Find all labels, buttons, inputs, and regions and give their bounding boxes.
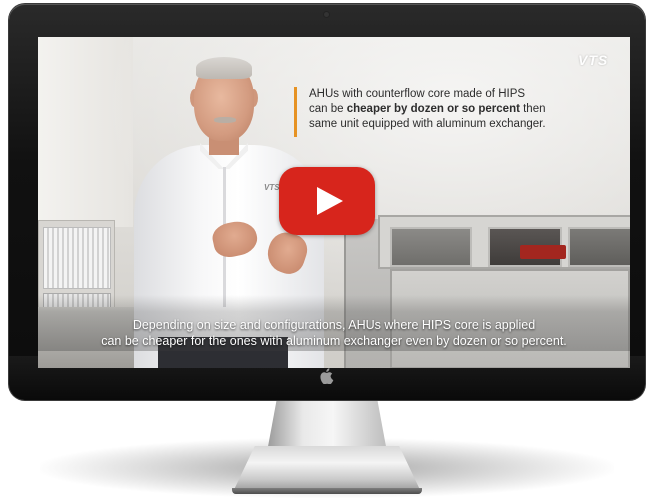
webcam [324, 12, 329, 17]
caption-line-2-bold: cheaper by dozen or so percent [346, 103, 520, 115]
caption-line-2-suffix: then [519, 103, 546, 115]
presenter-hair [196, 57, 252, 79]
play-button[interactable] [279, 167, 375, 235]
presenter-mustache [214, 117, 236, 123]
apple-logo-icon [320, 368, 334, 384]
caption-line-2: can be cheaper by dozen or so percent th… [309, 102, 609, 117]
caption-line-1: AHUs with counterflow core made of HIPS [309, 88, 526, 100]
subtitle-line-1: Depending on size and configurations, AH… [132, 318, 536, 332]
monitor-stand-base [232, 446, 422, 494]
brand-logo: VTS [578, 52, 609, 68]
monitor-stand-neck [267, 400, 387, 452]
subtitle-line-2: can be cheaper for the ones with aluminu… [101, 334, 567, 348]
subtitle: Depending on size and configurations, AH… [38, 317, 630, 349]
ahu-compartment [390, 227, 472, 267]
caption-line-3: same unit equipped with aluminum exchang… [309, 118, 546, 130]
shirt-logo: VTS [264, 183, 280, 192]
caption-line-2-prefix: can be [309, 103, 347, 115]
play-icon[interactable] [317, 187, 343, 215]
ahu-red-component [520, 245, 566, 259]
filter-grid [43, 227, 111, 289]
monitor-stand-edge [232, 488, 422, 494]
video-frame[interactable]: VTS VTS AHUs with counterflow core made … [38, 37, 630, 368]
caption-box: AHUs with counterflow core made of HIPS … [294, 87, 609, 137]
ahu-compartment [568, 227, 630, 267]
